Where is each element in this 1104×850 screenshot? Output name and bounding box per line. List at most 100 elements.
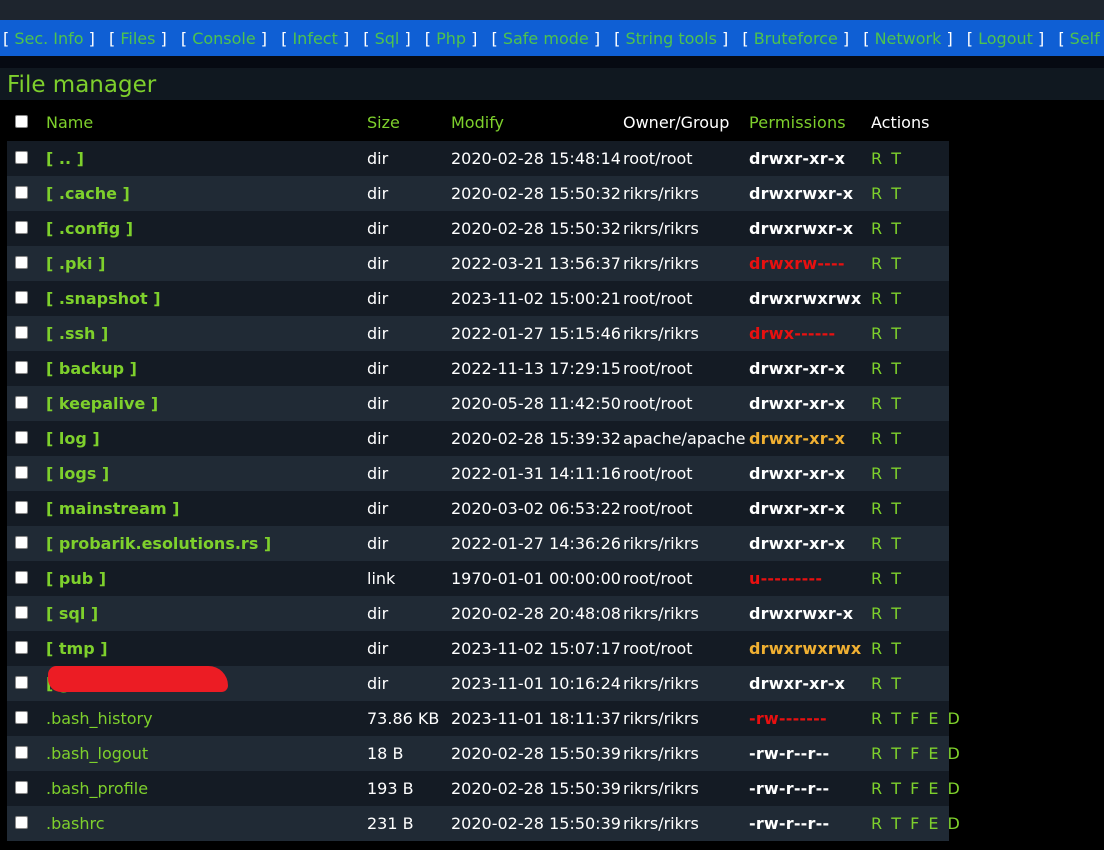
table-row: [ logs ] dir 2022-01-31 14:11:16 root/root d… <box>7 456 949 491</box>
menu-item[interactable]: [ Logout ] <box>967 20 1044 56</box>
file-name-link[interactable]: [ pub ] <box>46 561 106 596</box>
file-actions[interactable]: R T <box>871 561 903 596</box>
menu-item[interactable]: [ Php ] <box>425 20 478 56</box>
file-actions[interactable]: R T <box>871 526 903 561</box>
row-checkbox[interactable] <box>15 396 28 409</box>
row-checkbox[interactable] <box>15 781 28 794</box>
file-actions[interactable]: R T <box>871 246 903 281</box>
row-checkbox[interactable] <box>15 816 28 829</box>
file-name-link[interactable]: [ .snapshot ] <box>46 281 161 316</box>
file-permissions[interactable]: u--------- <box>749 561 822 596</box>
file-actions[interactable]: R T <box>871 421 903 456</box>
row-checkbox[interactable] <box>15 221 28 234</box>
row-checkbox[interactable] <box>15 606 28 619</box>
file-permissions[interactable]: drwxrwxrwx <box>749 631 861 666</box>
file-actions[interactable]: R T <box>871 351 903 386</box>
file-name-link[interactable]: .bashrc <box>46 806 105 841</box>
row-checkbox[interactable] <box>15 641 28 654</box>
file-permissions[interactable]: drwxrwxr-x <box>749 176 853 211</box>
file-name-link[interactable]: [ keepalive ] <box>46 386 158 421</box>
file-name-link[interactable]: [ log ] <box>46 421 100 456</box>
file-name-link[interactable]: [ .. ] <box>46 141 84 176</box>
file-name-link[interactable]: [ tmp ] <box>46 631 108 666</box>
file-permissions[interactable]: drwxr-xr-x <box>749 491 845 526</box>
menu-item[interactable]: [ String tools ] <box>614 20 728 56</box>
file-actions[interactable]: R T <box>871 456 903 491</box>
row-checkbox[interactable] <box>15 536 28 549</box>
menu-item[interactable]: [ Bruteforce ] <box>742 20 849 56</box>
file-actions[interactable]: R T F E D <box>871 771 962 806</box>
file-actions[interactable]: R T <box>871 316 903 351</box>
row-checkbox[interactable] <box>15 431 28 444</box>
row-select-cell <box>15 246 33 281</box>
file-permissions[interactable]: drwxr-xr-x <box>749 666 845 701</box>
file-permissions[interactable]: drwxrw---- <box>749 246 845 281</box>
file-permissions[interactable]: drwxr-xr-x <box>749 421 845 456</box>
file-actions[interactable]: R T <box>871 666 903 701</box>
column-size[interactable]: Size <box>367 105 400 140</box>
menu-item[interactable]: [ Safe mode ] <box>492 20 601 56</box>
menu-item[interactable]: [ Sql ] <box>363 20 410 56</box>
file-name-link[interactable]: [ logs ] <box>46 456 109 491</box>
file-actions[interactable]: R T F E D <box>871 736 962 771</box>
file-name-link[interactable]: .bash_history <box>46 701 153 736</box>
file-actions[interactable]: R T F E D <box>871 701 962 736</box>
menu-item[interactable]: [ Self remove ] <box>1058 20 1104 56</box>
file-actions[interactable]: R T <box>871 596 903 631</box>
file-permissions[interactable]: drwxrwxrwx <box>749 281 861 316</box>
file-permissions[interactable]: drwxr-xr-x <box>749 456 845 491</box>
row-checkbox[interactable] <box>15 186 28 199</box>
file-permissions[interactable]: -rw------- <box>749 701 827 736</box>
file-permissions[interactable]: drwx------ <box>749 316 835 351</box>
file-permissions[interactable]: drwxrwxr-x <box>749 596 853 631</box>
file-permissions[interactable]: -rw-r--r-- <box>749 771 829 806</box>
file-name-link[interactable]: .bash_logout <box>46 736 148 771</box>
row-checkbox[interactable] <box>15 291 28 304</box>
file-permissions[interactable]: drwxrwxr-x <box>749 211 853 246</box>
file-permissions[interactable]: -rw-r--r-- <box>749 806 829 841</box>
column-permissions[interactable]: Permissions <box>749 105 846 140</box>
file-permissions[interactable]: drwxr-xr-x <box>749 386 845 421</box>
file-actions[interactable]: R T <box>871 386 903 421</box>
row-checkbox[interactable] <box>15 361 28 374</box>
file-actions[interactable]: R T <box>871 211 903 246</box>
row-checkbox[interactable] <box>15 746 28 759</box>
file-actions[interactable]: R T <box>871 631 903 666</box>
file-name-link[interactable]: .bash_profile <box>46 771 148 806</box>
file-name-link[interactable]: [ sql ] <box>46 596 98 631</box>
file-name-link[interactable]: [ mainstream ] <box>46 491 180 526</box>
menu-item[interactable]: [ Infect ] <box>281 20 349 56</box>
select-all-checkbox[interactable] <box>15 115 28 128</box>
file-name-link[interactable]: [ .pki ] <box>46 246 105 281</box>
row-checkbox[interactable] <box>15 676 28 689</box>
file-name-link[interactable]: [ probarik.esolutions.rs ] <box>46 526 271 561</box>
row-checkbox[interactable] <box>15 711 28 724</box>
row-checkbox[interactable] <box>15 151 28 164</box>
file-modified: 2020-02-28 15:48:14 <box>451 149 621 168</box>
column-modify[interactable]: Modify <box>451 105 504 140</box>
file-permissions[interactable]: drwxr-xr-x <box>749 351 845 386</box>
menu-item[interactable]: [ Console ] <box>181 20 267 56</box>
file-name-link[interactable]: [ .cache ] <box>46 176 130 211</box>
file-name-link[interactable]: [ backup ] <box>46 351 137 386</box>
row-checkbox[interactable] <box>15 256 28 269</box>
file-actions[interactable]: R T <box>871 176 903 211</box>
file-actions[interactable]: R T F E D <box>871 806 962 841</box>
file-permissions[interactable]: -rw-r--r-- <box>749 736 829 771</box>
menu-item[interactable]: [ Sec. Info ] <box>3 20 95 56</box>
file-name-link[interactable]: [ .config ] <box>46 211 133 246</box>
file-actions[interactable]: R T <box>871 281 903 316</box>
row-checkbox[interactable] <box>15 466 28 479</box>
row-checkbox[interactable] <box>15 501 28 514</box>
menu-item[interactable]: [ Files ] <box>109 20 167 56</box>
row-checkbox[interactable] <box>15 571 28 584</box>
file-size: dir <box>367 674 389 693</box>
menu-item[interactable]: [ Network ] <box>863 20 952 56</box>
column-name[interactable]: Name <box>46 105 93 140</box>
file-name-link[interactable]: [ .ssh ] <box>46 316 108 351</box>
file-permissions[interactable]: drwxr-xr-x <box>749 526 845 561</box>
file-permissions[interactable]: drwxr-xr-x <box>749 141 845 176</box>
file-actions[interactable]: R T <box>871 141 903 176</box>
file-actions[interactable]: R T <box>871 491 903 526</box>
row-checkbox[interactable] <box>15 326 28 339</box>
